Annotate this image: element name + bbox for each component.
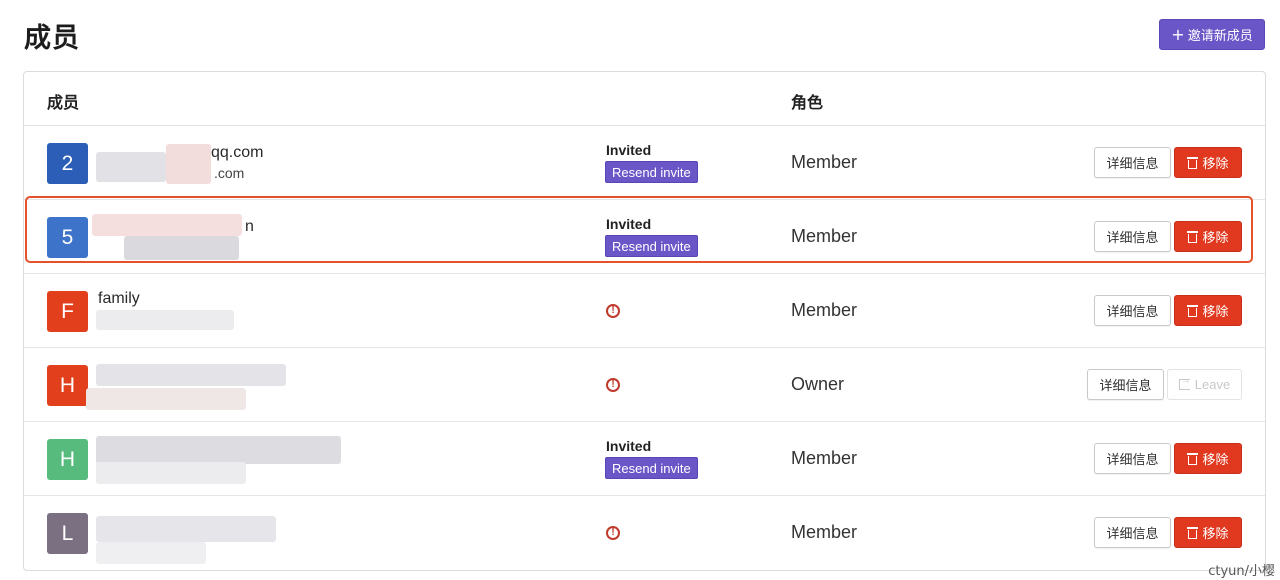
- details-button[interactable]: 详细信息: [1094, 221, 1171, 252]
- member-name: family: [98, 290, 140, 307]
- details-button[interactable]: 详细信息: [1094, 295, 1171, 326]
- table-row: L ! Member 详细信息 移除: [24, 496, 1265, 570]
- table-row: 2 qq.com .com Invited Resend invite Memb…: [24, 126, 1265, 200]
- details-button[interactable]: 详细信息: [1087, 369, 1164, 400]
- redacted-area: [96, 516, 276, 542]
- details-button[interactable]: 详细信息: [1094, 443, 1171, 474]
- member-role: Member: [791, 300, 858, 320]
- redacted-area: [124, 236, 239, 260]
- trash-icon: [1187, 304, 1199, 317]
- remove-label: 移除: [1202, 305, 1229, 320]
- redacted-area: [96, 364, 286, 386]
- member-role: Owner: [791, 374, 845, 394]
- member-email: .com: [214, 165, 245, 181]
- remove-label: 移除: [1202, 231, 1229, 246]
- trash-icon: [1187, 526, 1199, 539]
- remove-button[interactable]: 移除: [1174, 517, 1242, 548]
- table-row: H Invited Resend invite Member 详细信息 移除: [24, 422, 1265, 496]
- member-role: Member: [791, 522, 858, 542]
- redacted-area: [96, 436, 341, 464]
- leave-icon: [1178, 375, 1191, 390]
- trash-icon: [1187, 230, 1199, 243]
- table-row: F family ! Member 详细信息 移除: [24, 274, 1265, 348]
- remove-button[interactable]: 移除: [1174, 443, 1242, 474]
- redacted-area: [96, 542, 206, 564]
- redacted-area: [96, 152, 166, 182]
- members-table: 成员 角色 2 qq.com .com Invited Resend invit…: [23, 71, 1266, 571]
- invite-member-label: 邀请新成员: [1187, 29, 1253, 44]
- trash-icon: [1187, 156, 1199, 169]
- avatar: 2: [47, 143, 88, 184]
- member-role: Member: [791, 448, 858, 468]
- avatar: 5: [47, 217, 88, 258]
- warning-icon: !: [606, 378, 620, 392]
- redacted-area: [96, 462, 246, 484]
- plus-icon: +: [1171, 24, 1185, 44]
- page-title: 成员: [24, 23, 80, 54]
- member-role: Member: [791, 152, 858, 172]
- invited-status: Invited: [606, 438, 652, 454]
- remove-label: 移除: [1202, 527, 1229, 542]
- invited-status: Invited: [606, 216, 652, 232]
- details-button[interactable]: 详细信息: [1094, 147, 1171, 178]
- warning-icon: !: [606, 526, 620, 540]
- member-role: Member: [791, 226, 858, 246]
- table-header: 成员 角色: [24, 72, 1265, 126]
- warning-icon: !: [606, 304, 620, 318]
- redacted-area: [92, 214, 242, 236]
- resend-invite-button[interactable]: Resend invite: [605, 235, 698, 257]
- table-row: H ! Owner 详细信息 Leave: [24, 348, 1265, 422]
- remove-button[interactable]: 移除: [1174, 295, 1242, 326]
- remove-label: 移除: [1202, 453, 1229, 468]
- table-row: 5 n Invited Resend invite Member 详细信息 移除: [24, 200, 1265, 274]
- remove-label: 移除: [1202, 157, 1229, 172]
- avatar: L: [47, 513, 88, 554]
- redacted-area: [96, 310, 234, 330]
- invited-status: Invited: [606, 142, 652, 158]
- trash-icon: [1187, 452, 1199, 465]
- member-name: qq.com: [211, 144, 264, 161]
- avatar: H: [47, 439, 88, 480]
- details-button[interactable]: 详细信息: [1094, 517, 1171, 548]
- resend-invite-button[interactable]: Resend invite: [605, 161, 698, 183]
- remove-button[interactable]: 移除: [1174, 147, 1242, 178]
- column-header-member: 成员: [47, 93, 80, 112]
- resend-invite-button[interactable]: Resend invite: [605, 457, 698, 479]
- avatar: H: [47, 365, 88, 406]
- redacted-area: [86, 388, 246, 410]
- avatar: F: [47, 291, 88, 332]
- member-name: n: [245, 218, 254, 235]
- column-header-role: 角色: [791, 93, 824, 112]
- leave-label: Leave: [1194, 377, 1231, 392]
- redacted-area: [166, 144, 211, 184]
- leave-button[interactable]: Leave: [1167, 369, 1242, 400]
- remove-button[interactable]: 移除: [1174, 221, 1242, 252]
- watermark: ctyun/小樱: [1208, 564, 1275, 579]
- invite-member-button[interactable]: + 邀请新成员: [1159, 19, 1265, 50]
